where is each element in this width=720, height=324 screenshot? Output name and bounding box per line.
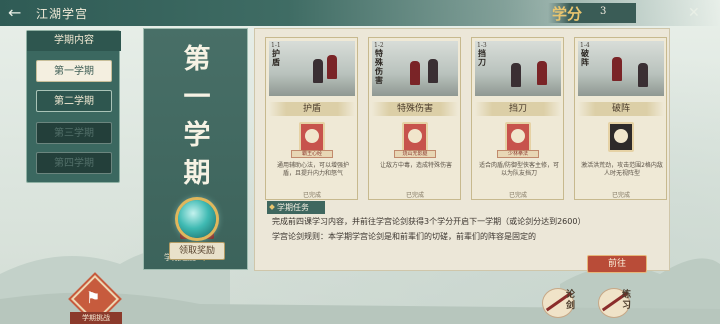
back-arrow-icon[interactable]: ← [8,3,21,22]
lesson-desc: 让敌方中毒，造成特殊伤害 [379,162,452,169]
task-rule: 学宫论剑规则：本学期学宫论剑是和前辈们的切磋，前辈们的阵容是固定的 [272,232,536,241]
lesson-name: 挡刀 [475,102,561,116]
challenge-label: 学期挑战 [70,312,122,324]
sidebar-item-semester-4[interactable]: 第四学期 [36,152,112,174]
task-heading: 学期任务 [267,201,325,214]
character-figure [511,63,521,87]
lesson-image: 1-1 护盾 [269,41,355,96]
lesson-status: 已完成 [302,192,321,199]
lesson-vertical-title: 破阵 [581,48,589,67]
duel-label: 论剑 [566,290,576,311]
hat-icon[interactable] [608,122,634,152]
scroll-icon[interactable] [505,122,531,152]
lesson-card[interactable]: 1-3 挡刀 挡刀 少林拳法 适合肉盾/防御型侠客主修，可以为队友挡刀 已完成 [471,37,564,200]
sidebar-head: 学期内容 [27,31,121,51]
character-figure [612,57,622,81]
lesson-desc: 激活洪荒劲，攻击范围2格内敌人时无视阵型 [581,162,663,177]
credit-label: 学分 [552,5,583,23]
task-description: 完成前四课学习内容，并前往学宫论剑获得3个学分开启下一学期（或论剑分达到2600… [272,217,586,226]
scroll-name: 烧山无影腿 [394,150,436,158]
lesson-status: 已完成 [405,192,424,199]
lesson-image: 1-4 破阵 [578,41,664,96]
lesson-card[interactable]: 1-1 护盾 护盾 霸王心经 通用辅助心法，可以增强护盾，且提升内力和怒气 已完… [265,37,358,200]
character-figure [327,55,337,79]
scroll-icon[interactable] [299,122,325,152]
lesson-status: 已完成 [611,192,630,199]
credit-display: 学分 3 [548,3,636,23]
lesson-image: 1-3 挡刀 [475,41,561,96]
lesson-name: 护盾 [269,102,355,116]
go-button[interactable]: 前往 [587,255,647,273]
lesson-vertical-title: 挡刀 [478,48,486,67]
lesson-card[interactable]: 1-4 破阵 破阵 激活洪荒劲，攻击范围2格内敌人时无视阵型 已完成 [574,37,667,200]
lesson-name: 特殊伤害 [372,102,458,116]
practice-label: 练习 [622,290,632,311]
sidebar-item-label: 第三学期 [54,128,94,139]
term-title: 第一学期 [183,44,211,189]
page-title: 江湖学宫 [36,7,89,21]
flag-icon: ⚑ [86,288,101,307]
lesson-desc: 通用辅助心法，可以增强护盾，且提升内力和怒气 [276,162,349,177]
lesson-vertical-title: 特殊伤害 [375,48,383,85]
lesson-status: 已完成 [508,192,527,199]
progress-orb-icon[interactable] [178,200,216,238]
lesson-panel: 1-1 护盾 护盾 霸王心经 通用辅助心法，可以增强护盾，且提升内力和怒气 已完… [254,28,670,273]
sidebar-item-semester-1[interactable]: 第一学期 [36,60,112,82]
claim-reward-button[interactable]: 领取奖励 [169,242,225,260]
lesson-image: 1-2 特殊伤害 [372,41,458,96]
sidebar-item-label: 第四学期 [54,158,94,169]
character-figure [537,61,547,85]
lesson-vertical-title: 护盾 [272,48,280,67]
term-card: 第一学期 学期进度 4/5 [143,28,248,270]
credit-value: 3 [600,6,607,17]
lesson-name: 破阵 [578,102,664,116]
sword-duel-button[interactable]: 论剑 [540,286,586,320]
character-figure [410,61,420,85]
lesson-desc: 适合肉盾/防御型侠客主修，可以为队友挡刀 [478,162,560,177]
scroll-name: 少林拳法 [497,150,539,158]
sidebar-item-semester-2[interactable]: 第二学期 [36,90,112,112]
lesson-card[interactable]: 1-2 特殊伤害 特殊伤害 烧山无影腿 让敌方中毒，造成特殊伤害 已完成 [368,37,461,200]
practice-button[interactable]: 练习 [596,286,642,320]
character-figure [313,59,323,83]
close-icon[interactable]: ✕ [688,5,700,21]
scroll-name: 霸王心经 [291,150,333,158]
character-figure [428,59,438,83]
scroll-icon[interactable] [402,122,428,152]
semester-sidebar: 学期内容 第一学期 第二学期 第三学期 第四学期 [26,30,121,183]
character-figure [638,63,648,87]
sidebar-item-semester-3[interactable]: 第三学期 [36,122,112,144]
